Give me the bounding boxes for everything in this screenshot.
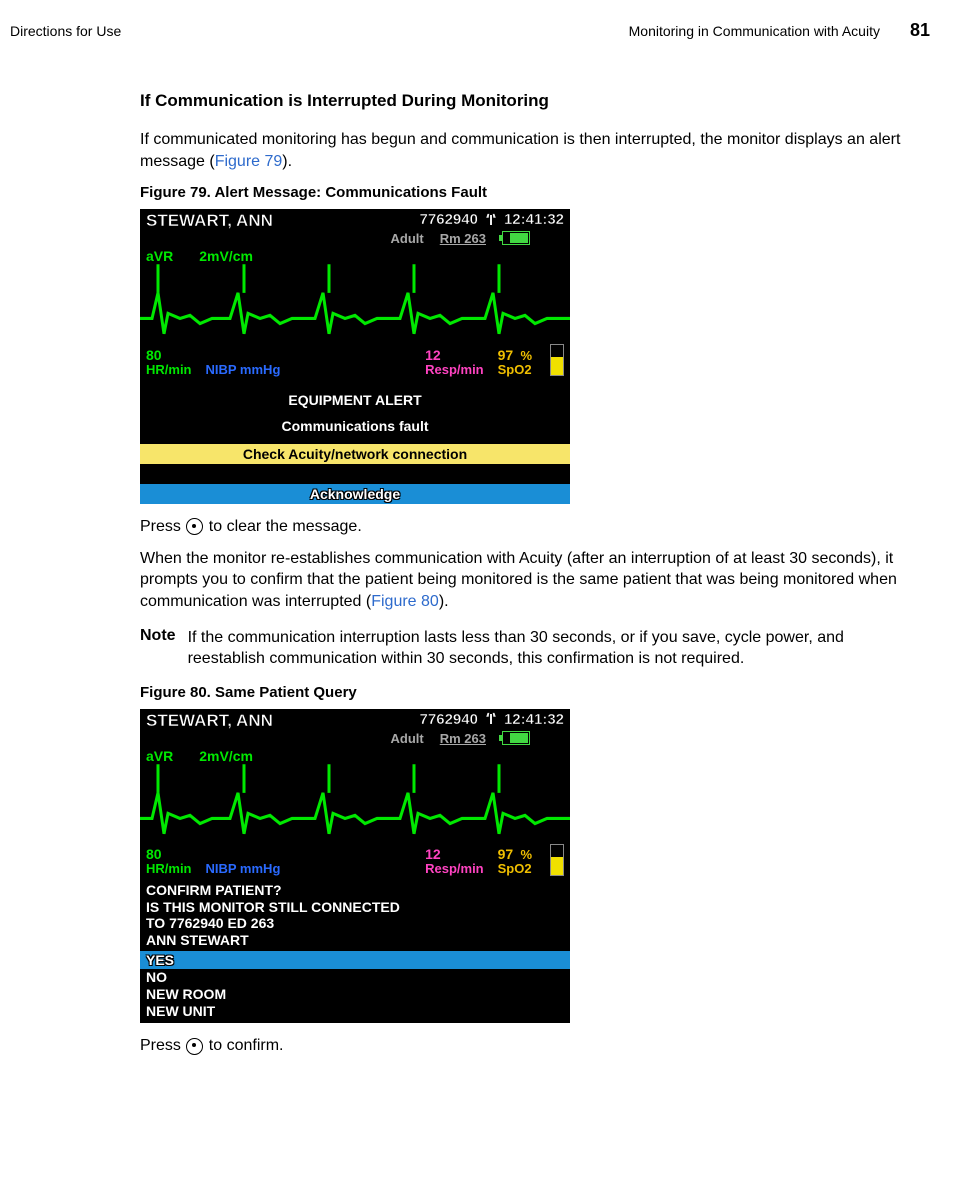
nibp-label: NIBP mmHg: [206, 862, 281, 876]
spo2-value: 97: [498, 846, 514, 862]
gain-label: 2mV/cm: [199, 748, 253, 764]
confirm-line-1: CONFIRM PATIENT?: [146, 882, 564, 899]
battery-icon: [502, 731, 530, 745]
spo2-label: SpO2: [498, 363, 532, 377]
patient-name: STEWART, ANN: [146, 211, 273, 231]
patient-name: STEWART, ANN: [146, 711, 273, 731]
resp-value: 12: [425, 847, 484, 862]
battery-icon: [502, 231, 530, 245]
antenna-icon: [486, 213, 496, 227]
hr-vital: 80 HR/min: [146, 348, 192, 376]
spo2-bar-icon: [550, 344, 564, 376]
patient-id: 7762940: [420, 711, 478, 728]
note-text: If the communication interruption lasts …: [188, 627, 910, 670]
lead-label: aVR: [146, 748, 173, 764]
lead-label: aVR: [146, 248, 173, 264]
spo2-bar-icon: [550, 844, 564, 876]
resp-vital: 12 Resp/min: [425, 847, 484, 875]
acknowledge-button[interactable]: Acknowledge: [140, 484, 570, 504]
option-new-room[interactable]: NEW ROOM: [146, 986, 564, 1003]
patient-id: 7762940: [420, 211, 478, 228]
alert-instruction-bar: Check Acuity/network connection: [140, 444, 570, 464]
subheading: If Communication is Interrupted During M…: [140, 91, 910, 111]
figure-80-reference: Figure 80: [371, 593, 439, 610]
press-clear-paragraph: Press to clear the message.: [140, 516, 910, 538]
alert-title: EQUIPMENT ALERT: [140, 392, 570, 408]
resp-value: 12: [425, 348, 484, 363]
hr-vital: 80 HR/min: [146, 847, 192, 875]
clock-time: 12:41:32: [504, 211, 564, 228]
spo2-vital: 97 % SpO2: [498, 348, 532, 376]
gain-label: 2mV/cm: [199, 248, 253, 264]
vitals-row: 80 HR/min NIBP mmHg 12 Resp/min 97 % SpO…: [140, 344, 570, 380]
hr-value: 80: [146, 847, 192, 862]
reest-text-b: ).: [439, 593, 449, 610]
resp-label: Resp/min: [425, 363, 484, 377]
intro-text-b: ).: [282, 153, 292, 170]
press-confirm-a: Press: [140, 1037, 185, 1054]
option-new-unit[interactable]: NEW UNIT: [146, 1003, 564, 1020]
ecg-waveform: [140, 752, 570, 844]
press-confirm-b: to confirm.: [204, 1037, 283, 1054]
confirm-patient-block: CONFIRM PATIENT? IS THIS MONITOR STILL C…: [140, 880, 570, 951]
select-button-icon: [186, 1038, 203, 1055]
page-number: 81: [910, 20, 930, 41]
alert-message: Communications fault: [140, 418, 570, 434]
hr-value: 80: [146, 348, 192, 363]
figure-79-reference: Figure 79: [215, 153, 283, 170]
vitals-row: 80 HR/min NIBP mmHg 12 Resp/min 97 % SpO…: [140, 844, 570, 880]
reestablish-paragraph: When the monitor re-establishes communic…: [140, 548, 910, 613]
confirm-line-3: TO 7762940 ED 263: [146, 915, 564, 932]
resp-vital: 12 Resp/min: [425, 348, 484, 376]
press-clear-a: Press: [140, 518, 185, 535]
nibp-vital: NIBP mmHg: [206, 862, 281, 876]
note-label: Note: [140, 627, 176, 670]
ecg-waveform-area: aVR 2mV/cm: [140, 748, 570, 844]
header-left: Directions for Use: [10, 23, 121, 39]
alert-area: EQUIPMENT ALERT Communications fault: [140, 380, 570, 444]
note-block: Note If the communication interruption l…: [140, 627, 910, 670]
ecg-waveform: [140, 252, 570, 344]
confirm-line-4: ANN STEWART: [146, 932, 564, 949]
room-label: Rm 263: [440, 731, 486, 746]
hr-label: HR/min: [146, 862, 192, 876]
options-block: NO NEW ROOM NEW UNIT: [140, 969, 570, 1023]
room-label: Rm 263: [440, 231, 486, 246]
resp-label: Resp/min: [425, 862, 484, 876]
press-clear-b: to clear the message.: [204, 518, 361, 535]
hr-label: HR/min: [146, 363, 192, 377]
intro-paragraph: If communicated monitoring has begun and…: [140, 129, 910, 172]
patient-mode: Adult: [391, 731, 424, 746]
figure-80-monitor: STEWART, ANN 7762940 12:41:32 Adult Rm 2…: [140, 709, 570, 1024]
clock-time: 12:41:32: [504, 711, 564, 728]
header-section-title: Monitoring in Communication with Acuity: [629, 23, 880, 39]
spo2-vital: 97 % SpO2: [498, 847, 532, 875]
patient-mode: Adult: [391, 231, 424, 246]
spo2-value: 97: [498, 347, 514, 363]
confirm-line-2: IS THIS MONITOR STILL CONNECTED: [146, 899, 564, 916]
spo2-percent: %: [520, 348, 532, 363]
spo2-label: SpO2: [498, 862, 532, 876]
nibp-label: NIBP mmHg: [206, 363, 281, 377]
option-yes[interactable]: YES: [140, 951, 570, 969]
page-header: Directions for Use Monitoring in Communi…: [10, 20, 930, 41]
antenna-icon: [486, 712, 496, 726]
select-button-icon: [186, 518, 203, 535]
reest-text-a: When the monitor re-establishes communic…: [140, 550, 897, 610]
option-no[interactable]: NO: [146, 969, 564, 986]
ecg-waveform-area: aVR 2mV/cm: [140, 248, 570, 344]
figure-80-caption: Figure 80. Same Patient Query: [140, 684, 910, 701]
figure-79-caption: Figure 79. Alert Message: Communications…: [140, 184, 910, 201]
figure-79-monitor: STEWART, ANN 7762940 12:41:32 Adult Rm 2…: [140, 209, 570, 504]
press-confirm-paragraph: Press to confirm.: [140, 1035, 910, 1057]
nibp-vital: NIBP mmHg: [206, 363, 281, 377]
